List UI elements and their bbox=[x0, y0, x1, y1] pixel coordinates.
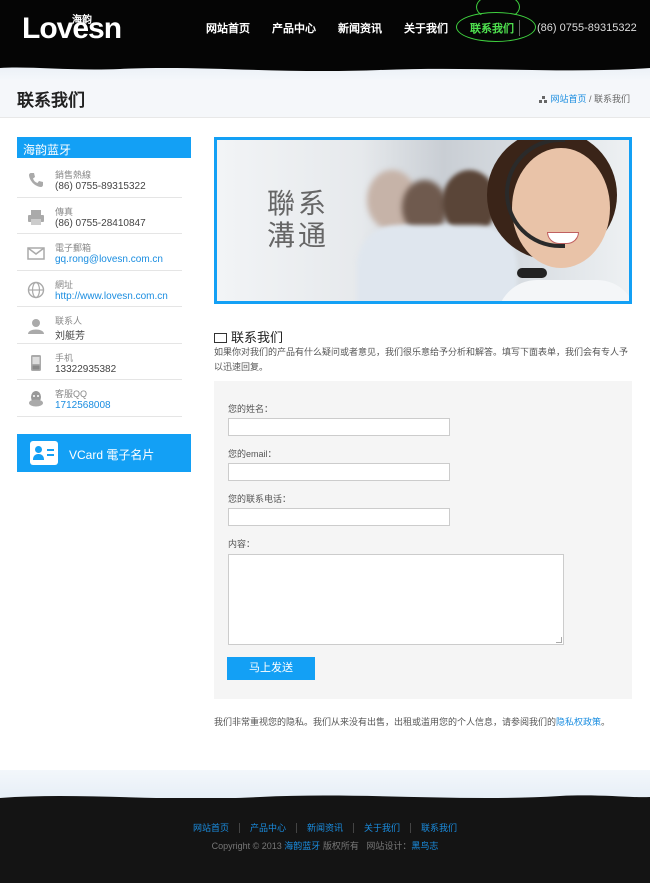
site-logo[interactable]: Lovesn 海韵 bbox=[22, 12, 122, 46]
website-link[interactable]: http://www.lovesn.com.cn bbox=[55, 291, 168, 302]
email-label: 您的email： bbox=[228, 449, 277, 459]
contact-banner: 聯系 溝通 bbox=[214, 137, 632, 304]
footer-nav: 网站首页 产品中心 新闻资讯 关于我们 联系我们 bbox=[0, 821, 650, 834]
nav-divider bbox=[519, 20, 520, 36]
contact-label: 網址 bbox=[55, 279, 74, 290]
footer-wave-shape bbox=[0, 795, 650, 804]
form-title-text: 联系我们 bbox=[231, 330, 284, 345]
contact-item-qq: 客服QQ 1712568008 bbox=[17, 380, 182, 417]
nav-item-contact[interactable]: 联系我们 bbox=[456, 0, 536, 42]
sidebar-heading: 海韵蓝牙 bbox=[17, 137, 191, 158]
footer-link-about[interactable]: 关于我们 bbox=[354, 823, 412, 833]
person-icon bbox=[28, 319, 44, 334]
banner-text: 聯系 溝通 bbox=[267, 188, 329, 252]
vcard-icon bbox=[30, 441, 58, 465]
contact-label: 銷售熱線 bbox=[55, 170, 92, 180]
contact-label: 電子郵箱 bbox=[55, 243, 92, 253]
phone-label: 您的联系电话： bbox=[228, 494, 292, 504]
background-shoulders bbox=[357, 225, 517, 301]
header-wave bbox=[0, 62, 650, 80]
privacy-text: 我们非常重视您的隐私。我们从来没有出售，出租或滥用您的个人信息，请参阅我们的 bbox=[214, 717, 557, 727]
vcard-label: VCard 電子名片 bbox=[69, 448, 155, 462]
header-phone: (86) 0755-89315322 bbox=[537, 22, 637, 34]
headset-mic bbox=[517, 268, 547, 278]
privacy-end: 。 bbox=[601, 717, 611, 727]
copyright-prefix: Copyright © 2013 bbox=[211, 841, 282, 851]
nav-item-products[interactable]: 产品中心 bbox=[272, 20, 316, 38]
contact-item-mobile: 手机 13322935382 bbox=[17, 344, 182, 380]
designer-link[interactable]: 黑鸟志 bbox=[411, 841, 438, 851]
contact-value: 13322935382 bbox=[55, 363, 117, 375]
contact-value: (86) 0755-28410847 bbox=[55, 217, 146, 229]
footer-link-contact[interactable]: 联系我们 bbox=[411, 823, 467, 833]
banner-line-1: 聯系 bbox=[267, 187, 330, 220]
contact-label: 手机 bbox=[55, 352, 74, 363]
privacy-notice: 我们非常重视您的隐私。我们从来没有出售，出租或滥用您的个人信息，请参阅我们的隐私… bbox=[214, 715, 610, 728]
mobile-icon bbox=[31, 354, 41, 371]
name-input[interactable] bbox=[228, 418, 450, 436]
contact-item-email: 電子郵箱 gq.rong@lovesn.com.cn bbox=[17, 234, 182, 271]
contact-form: 您的姓名： 您的email： 您的联系电话： 内容： 马上发送 bbox=[214, 381, 632, 699]
sitemap-icon bbox=[539, 96, 548, 103]
content-textarea[interactable] bbox=[228, 554, 564, 645]
globe-icon bbox=[27, 281, 45, 298]
mail-icon bbox=[27, 247, 45, 260]
qq-link[interactable]: 1712568008 bbox=[55, 400, 111, 411]
nav-item-home[interactable]: 网站首页 bbox=[206, 20, 250, 38]
contact-info-list: 銷售熱線 (86) 0755-89315322 傳真 (86) 0755-284… bbox=[17, 161, 182, 417]
design-label: 网站设计： bbox=[366, 841, 412, 851]
copyright-rights: 版权所有 bbox=[322, 841, 359, 851]
phone-icon bbox=[29, 173, 43, 187]
copyright-brand-link[interactable]: 海韵蓝牙 bbox=[284, 841, 320, 851]
email-input[interactable] bbox=[228, 463, 450, 481]
site-footer: 网站首页 产品中心 新闻资讯 关于我们 联系我们 Copyright © 2013 海韵… bbox=[0, 795, 650, 883]
phone-input[interactable] bbox=[228, 508, 450, 526]
contact-item-person: 联系人 刘艇芳 bbox=[17, 307, 182, 344]
copyright: Copyright © 2013 海韵蓝牙 版权所有 网站设计：黑鸟志 bbox=[0, 839, 650, 852]
resize-grip-icon[interactable] bbox=[556, 637, 562, 643]
name-label: 您的姓名： bbox=[228, 404, 274, 414]
footer-link-products[interactable]: 产品中心 bbox=[239, 823, 297, 833]
qq-icon bbox=[29, 391, 43, 407]
submit-button[interactable]: 马上发送 bbox=[227, 657, 315, 680]
nav-item-news[interactable]: 新闻资讯 bbox=[338, 20, 382, 38]
form-description: 如果你对我们的产品有什么疑问或者意见，我们很乐意给予分析和解答。填写下面表单，我… bbox=[214, 347, 629, 372]
footer-link-news[interactable]: 新闻资讯 bbox=[296, 823, 354, 833]
contact-item-sales-phone: 銷售熱線 (86) 0755-89315322 bbox=[17, 161, 182, 198]
envelope-icon bbox=[214, 333, 227, 343]
page-title-bar: 联系我们 网站首页 / 联系我们 bbox=[0, 80, 650, 118]
main-nav: 网站首页 产品中心 新闻资讯 关于我们 联系我们 bbox=[206, 0, 536, 42]
privacy-policy-link[interactable]: 隐私权政策 bbox=[556, 717, 601, 727]
vcard-button[interactable]: VCard 電子名片 bbox=[17, 434, 191, 472]
logo-cn-text: 海韵 bbox=[72, 15, 92, 26]
top-header: Lovesn 海韵 网站首页 产品中心 新闻资讯 关于我们 联系我们 (86) … bbox=[0, 0, 650, 62]
contact-label: 联系人 bbox=[55, 316, 83, 326]
breadcrumb-home-link[interactable]: 网站首页 bbox=[550, 94, 586, 104]
contact-item-fax: 傳真 (86) 0755-28410847 bbox=[17, 198, 182, 234]
operator-shoulder bbox=[497, 280, 629, 301]
breadcrumb: 网站首页 / 联系我们 bbox=[539, 92, 630, 105]
fax-icon bbox=[28, 209, 44, 225]
wave-shape bbox=[0, 62, 650, 72]
banner-line-2: 溝通 bbox=[267, 219, 330, 252]
email-link[interactable]: gq.rong@lovesn.com.cn bbox=[55, 254, 163, 265]
page-title: 联系我们 bbox=[17, 91, 85, 110]
footer-link-home[interactable]: 网站首页 bbox=[182, 823, 240, 833]
breadcrumb-current: 联系我们 bbox=[593, 94, 630, 104]
contact-value: (86) 0755-89315322 bbox=[55, 181, 146, 192]
contact-label: 客服QQ bbox=[55, 389, 88, 399]
nav-item-about[interactable]: 关于我们 bbox=[404, 20, 448, 38]
contact-label: 傳真 bbox=[55, 206, 74, 217]
contact-value: 刘艇芳 bbox=[55, 331, 85, 342]
breadcrumb-separator: / bbox=[586, 94, 594, 104]
contact-item-website: 網址 http://www.lovesn.com.cn bbox=[17, 271, 182, 307]
form-section-title: 联系我们 bbox=[214, 327, 283, 346]
content-label: 内容： bbox=[228, 539, 256, 549]
